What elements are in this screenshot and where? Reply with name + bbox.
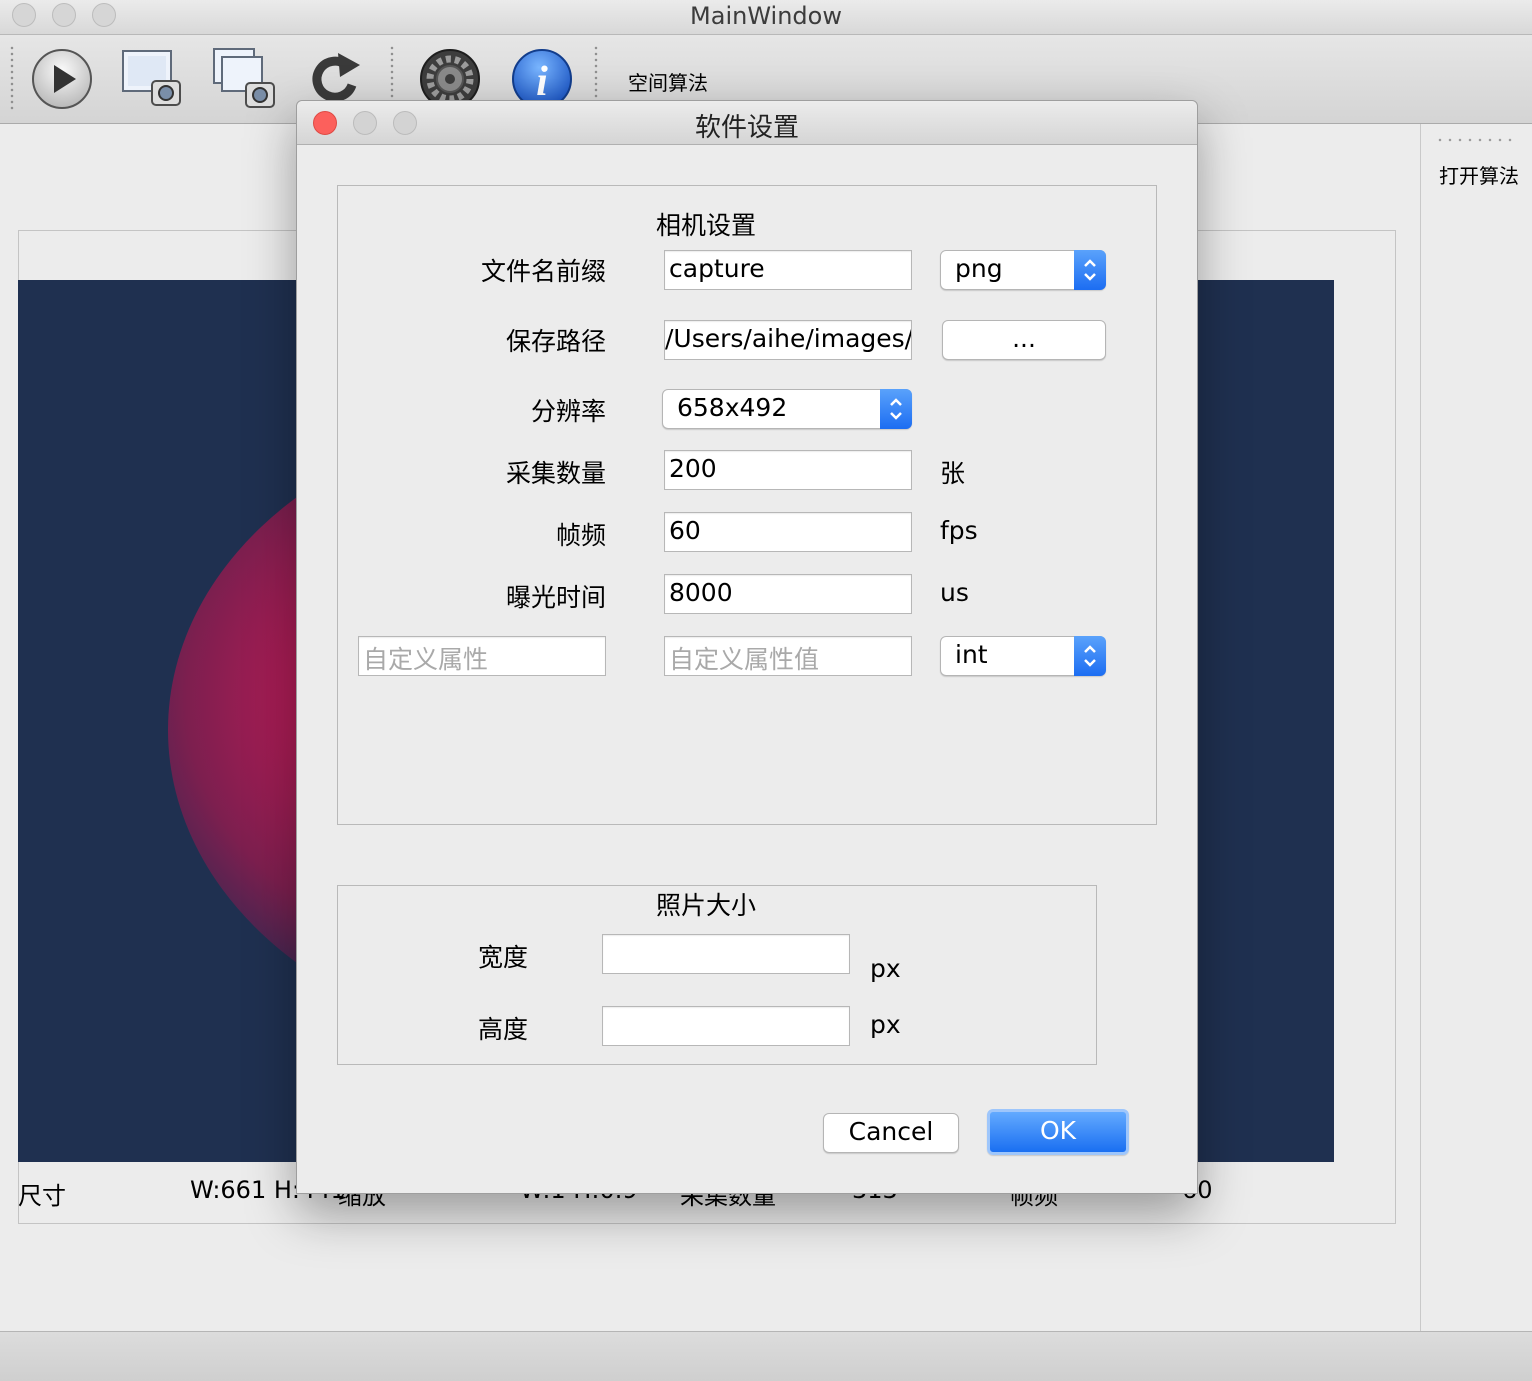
play-icon[interactable] — [30, 47, 94, 111]
capture-single-icon[interactable] — [120, 47, 184, 111]
file-prefix-label: 文件名前缀 — [480, 257, 606, 286]
resolution-select-value: 658x492 — [677, 393, 788, 422]
photo-height-input[interactable] — [602, 1006, 850, 1046]
camera-group-title: 相机设置 — [656, 211, 757, 240]
chevron-updown-icon — [880, 389, 912, 429]
dialog-titlebar: 软件设置 — [297, 101, 1197, 145]
ok-button[interactable]: OK — [987, 1109, 1129, 1155]
space-algorithm-button[interactable]: 空间算法 — [628, 67, 708, 96]
toolbar-grip[interactable] — [10, 45, 14, 111]
count-unit: 张 — [940, 459, 966, 488]
custom-type-select-value: int — [955, 640, 988, 669]
capture-count-input[interactable]: 200 — [664, 450, 912, 490]
right-dock: 打开算法 — [1420, 124, 1532, 1331]
open-algorithm-button[interactable]: 打开算法 — [1439, 160, 1519, 189]
cancel-button[interactable]: Cancel — [823, 1113, 959, 1153]
width-label: 宽度 — [477, 943, 528, 972]
browse-button[interactable]: ... — [942, 320, 1106, 360]
settings-dialog: 软件设置 相机设置 文件名前缀 capture png 保存路径 /Users/… — [296, 100, 1198, 1194]
width-unit: px — [870, 954, 901, 983]
height-unit: px — [870, 1010, 901, 1039]
chevron-updown-icon — [1074, 250, 1106, 290]
main-titlebar: MainWindow — [0, 0, 1532, 35]
height-label: 高度 — [477, 1015, 528, 1044]
photo-group-title: 照片大小 — [656, 891, 757, 920]
file-prefix-input[interactable]: capture — [664, 250, 912, 290]
capture-count-label: 采集数量 — [505, 459, 606, 488]
custom-attribute-input[interactable]: 自定义属性 — [358, 636, 606, 676]
size-label: 尺寸 — [18, 1182, 66, 1210]
save-path-label: 保存路径 — [505, 327, 606, 356]
format-select[interactable]: png — [940, 250, 1106, 290]
dialog-title: 软件设置 — [694, 113, 799, 143]
main-window-title: MainWindow — [690, 2, 842, 30]
exposure-input[interactable]: 8000 — [664, 574, 912, 614]
exposure-label: 曝光时间 — [505, 583, 606, 612]
main-statusbar — [0, 1331, 1532, 1381]
save-path-input[interactable]: /Users/aihe/images/ — [664, 320, 912, 360]
custom-type-select[interactable]: int — [940, 636, 1106, 676]
capture-multi-icon[interactable] — [212, 47, 276, 111]
fps-label: 帧频 — [555, 521, 606, 550]
svg-text:i: i — [536, 59, 548, 105]
fps-unit: fps — [940, 516, 978, 545]
photo-size-group: 照片大小 宽度 px 高度 px — [337, 885, 1097, 1065]
resolution-select[interactable]: 658x492 — [662, 389, 912, 429]
camera-settings-group: 相机设置 文件名前缀 capture png 保存路径 /Users/aihe/… — [337, 185, 1157, 825]
photo-width-input[interactable] — [602, 934, 850, 974]
fps-input[interactable]: 60 — [664, 512, 912, 552]
custom-attribute-value-input[interactable]: 自定义属性值 — [664, 636, 912, 676]
dock-grip[interactable] — [1435, 138, 1515, 142]
exposure-unit: us — [940, 578, 969, 607]
resolution-label: 分辨率 — [530, 397, 606, 426]
format-select-value: png — [955, 254, 1003, 283]
chevron-updown-icon — [1074, 636, 1106, 676]
